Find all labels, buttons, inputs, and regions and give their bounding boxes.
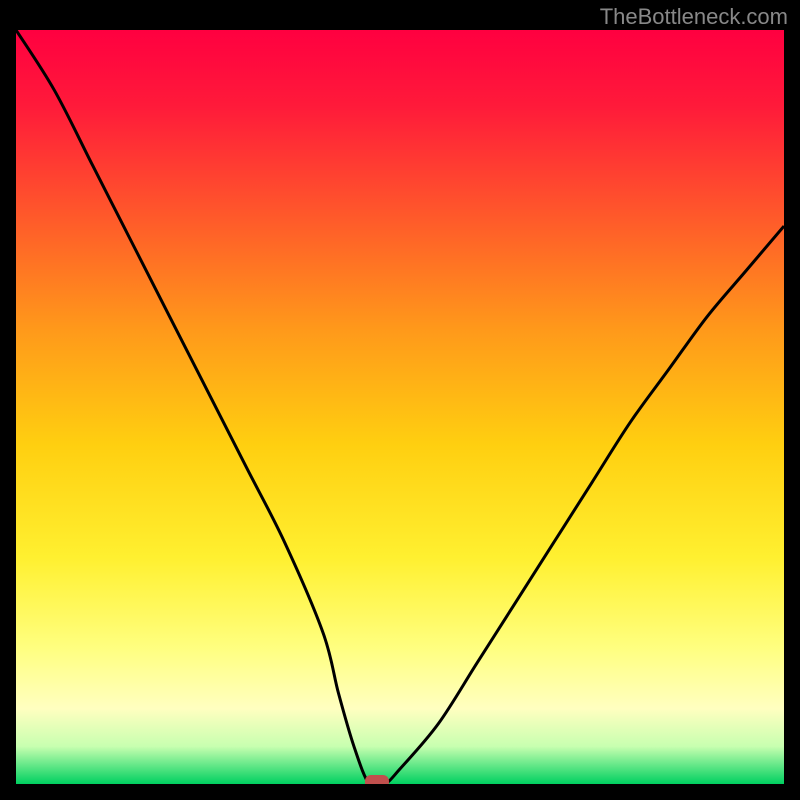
chart-background	[16, 30, 784, 784]
watermark-text: TheBottleneck.com	[600, 4, 788, 30]
chart-area	[16, 30, 784, 784]
chart-svg	[16, 30, 784, 784]
optimal-marker	[365, 775, 389, 784]
